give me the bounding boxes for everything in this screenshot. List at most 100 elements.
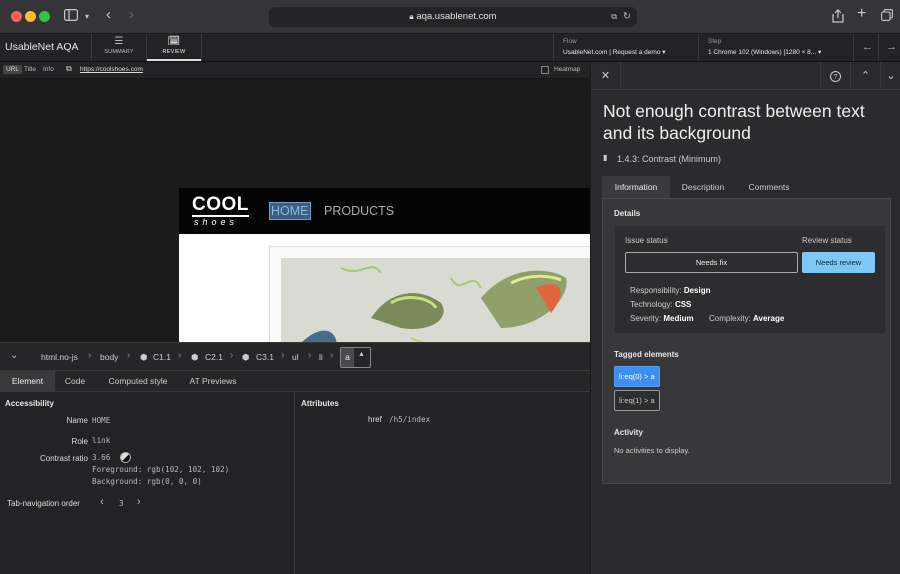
chevron-right-icon: ›: [330, 350, 334, 361]
address-bar[interactable]: 🔒︎ aqa.usablenet.com ⧉ ↻: [269, 7, 637, 27]
tagged-element-chip[interactable]: li:eq(0) > a: [614, 366, 660, 387]
translate-icon[interactable]: ⧉: [611, 7, 617, 27]
hero-image: [281, 258, 590, 342]
technology-row: Technology: CSS: [630, 300, 692, 309]
title-toggle[interactable]: Title: [24, 66, 36, 73]
next-step-icon[interactable]: →: [886, 41, 897, 53]
page-url-link[interactable]: https://coolshoes.com: [80, 66, 143, 73]
breadcrumb-item[interactable]: body: [100, 352, 118, 362]
previous-issue-icon[interactable]: ⌃: [850, 62, 880, 90]
tab-description[interactable]: Description: [673, 176, 733, 198]
component-icon: ⬢: [242, 352, 250, 362]
external-link-icon[interactable]: ⧉: [66, 64, 72, 74]
tab-element[interactable]: Element: [0, 371, 55, 391]
chevron-right-icon: ›: [308, 350, 312, 361]
close-icon[interactable]: ✕: [591, 62, 621, 90]
contrast-value: 3.66: [92, 453, 111, 462]
breadcrumb-item[interactable]: C1.1: [153, 352, 171, 362]
criterion-link[interactable]: 1.4.3: Contrast (Minimum): [617, 154, 721, 164]
breadcrumb-current-label: a: [341, 348, 354, 367]
site-screenshot: COOL shoes HOME PRODUCTS: [179, 188, 590, 342]
tab-overview-icon[interactable]: [881, 9, 893, 24]
step-label: Step: [708, 38, 722, 45]
back-icon[interactable]: ‹: [106, 7, 111, 22]
issue-panel-header: ✕ ? ⌃ ⌄: [591, 62, 900, 90]
component-icon: ⬢: [191, 352, 199, 362]
name-value: HOME: [92, 416, 111, 425]
list-icon: ☰: [114, 36, 124, 47]
caret-up-icon[interactable]: ▲: [358, 351, 365, 358]
tagged-elements-header: Tagged elements: [614, 350, 679, 359]
close-window-button[interactable]: [11, 11, 22, 22]
breadcrumb-item[interactable]: html.no-js: [41, 352, 78, 362]
review-status-label: Review status: [802, 236, 852, 245]
tab-code[interactable]: Code: [55, 371, 95, 391]
tab-review[interactable]: 🗓︎ REVIEW: [147, 34, 201, 61]
responsibility-row: Responsibility: Design: [630, 286, 711, 295]
info-toggle[interactable]: Info: [43, 66, 54, 73]
heatmap-label: Heatmap: [554, 66, 581, 73]
url-badge[interactable]: URL: [3, 65, 23, 74]
tab-information[interactable]: Information: [602, 176, 670, 198]
next-issue-icon[interactable]: ⌄: [880, 62, 900, 90]
role-label: Role: [71, 437, 88, 446]
chevron-right-icon: ›: [281, 350, 285, 361]
tagged-element-chip[interactable]: li:eq(1) > a: [614, 390, 660, 411]
zoom-window-button[interactable]: [39, 11, 50, 22]
tab-at-previews[interactable]: AT Previews: [180, 371, 246, 391]
review-status-button[interactable]: Needs review: [802, 252, 875, 273]
review-icon: 🗓︎: [167, 36, 181, 47]
contrast-swatch-icon: [120, 452, 131, 463]
address-text: aqa.usablenet.com: [416, 11, 497, 22]
chevron-right-icon: ›: [88, 350, 92, 361]
tab-order-next-icon[interactable]: ›: [137, 496, 141, 508]
share-icon[interactable]: [832, 9, 844, 26]
details-card: Issue status Review status Needs fix Nee…: [615, 226, 885, 333]
heatmap-checkbox[interactable]: [541, 66, 549, 74]
issue-status-label: Issue status: [625, 236, 668, 245]
collapse-panel-icon[interactable]: ⌄: [10, 350, 18, 361]
chevron-right-icon: ›: [230, 350, 234, 361]
sidebar-toggle-icon[interactable]: [64, 9, 79, 24]
site-nav-home[interactable]: HOME: [269, 202, 311, 220]
role-value: link: [92, 436, 111, 445]
flow-select[interactable]: UsableNet.com | Request a demo ▾: [563, 48, 666, 56]
lock-icon: 🔒︎: [409, 12, 414, 21]
minimize-window-button[interactable]: [25, 11, 36, 22]
flow-label: Flow: [563, 38, 577, 45]
tab-summary[interactable]: ☰ SUMMARY: [92, 34, 146, 61]
new-tab-icon[interactable]: +: [857, 6, 866, 22]
breadcrumb-current[interactable]: a ▲: [340, 347, 371, 368]
chevron-right-icon: ›: [127, 350, 131, 361]
site-header: COOL shoes HOME PRODUCTS: [179, 188, 590, 234]
forward-icon[interactable]: ›: [129, 7, 134, 22]
attributes-header: Attributes: [301, 399, 339, 408]
component-icon: ⬢: [140, 352, 148, 362]
site-nav-products[interactable]: PRODUCTS: [324, 204, 394, 218]
app-toolbar: UsableNet AQA ☰ SUMMARY 🗓︎ REVIEW Flow U…: [0, 34, 900, 62]
book-icon: ▮: [603, 153, 608, 162]
complexity-row: Complexity: Average: [709, 314, 785, 323]
reload-icon[interactable]: ↻: [623, 7, 631, 27]
page-info-bar: URL Title Info ⧉ https://coolshoes.com H…: [0, 62, 590, 79]
breadcrumb-item[interactable]: li: [319, 352, 323, 362]
tab-comments[interactable]: Comments: [739, 176, 799, 198]
background-value: Background: rgb(0, 0, 0): [92, 477, 202, 486]
contrast-label: Contrast ratio: [39, 454, 88, 463]
chevron-down-icon[interactable]: ▾: [85, 9, 89, 24]
site-hero: [269, 246, 590, 342]
accessibility-header: Accessibility: [5, 399, 54, 408]
tab-computed-style[interactable]: Computed style: [98, 371, 178, 391]
step-select[interactable]: 1 Chrome 102 (Windows) [1280 × 8... ▾: [708, 48, 821, 56]
breadcrumb-item[interactable]: C3.1: [256, 352, 274, 362]
previous-step-icon[interactable]: ←: [862, 41, 873, 53]
help-icon[interactable]: ?: [820, 62, 850, 90]
page-preview: COOL shoes HOME PRODUCTS: [0, 79, 590, 342]
breadcrumb-item[interactable]: C2.1: [205, 352, 223, 362]
issue-status-button[interactable]: Needs fix: [625, 252, 798, 273]
breadcrumb-item[interactable]: ul: [292, 352, 299, 362]
issue-panel: ✕ ? ⌃ ⌄ Not enough contrast between text…: [590, 62, 900, 574]
attribute-key: href: [368, 415, 382, 424]
tab-order-prev-icon[interactable]: ‹: [100, 496, 104, 508]
site-logo-subtitle: shoes: [194, 217, 239, 227]
